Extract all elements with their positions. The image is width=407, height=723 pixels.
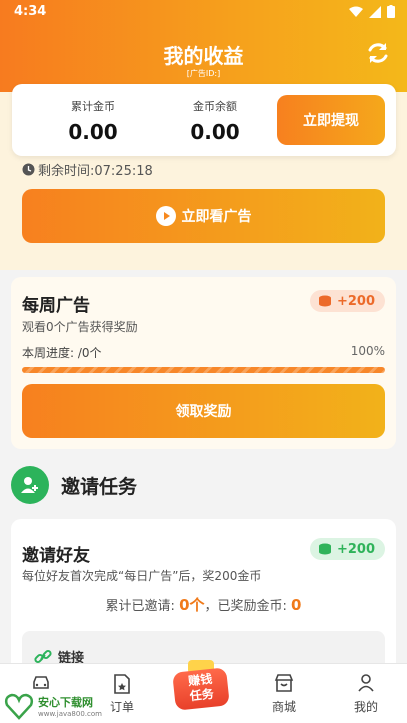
weekly-progress-bar bbox=[22, 367, 385, 373]
claim-reward-button[interactable]: 领取奖励 bbox=[22, 384, 385, 438]
invite-reward-amount: +200 bbox=[336, 541, 375, 557]
status-time: 4:34 bbox=[14, 4, 47, 19]
invite-friends-description: 每位好友首次完成“每日广告”后，奖200金币 bbox=[22, 569, 262, 583]
invite-section-header: 邀请任务 bbox=[11, 466, 137, 504]
status-bar: 4:34 bbox=[0, 0, 407, 24]
site-watermark: 安心下载网 www.java800.com bbox=[4, 690, 106, 722]
tab-earn-tasks[interactable]: 赚钱 任务 bbox=[170, 660, 232, 712]
invite-friends-card: 邀请好友 +200 每位好友首次完成“每日广告”后，奖200金币 累计已邀请: … bbox=[11, 519, 396, 679]
watermark-url: www.java800.com bbox=[38, 710, 102, 718]
ad-id-label: [广告ID:] bbox=[186, 69, 221, 78]
coin-stack-icon bbox=[318, 295, 331, 307]
weekly-progress-row: 本周进度: /0个 100% bbox=[22, 344, 385, 361]
rewarded-prefix: ，已奖励金币: bbox=[204, 599, 292, 614]
tab-mall-label: 商城 bbox=[271, 700, 296, 714]
total-coins-stat: 累计金币 0.00 bbox=[38, 98, 148, 144]
clock-icon bbox=[22, 163, 35, 176]
remaining-time: 剩余时间:07:25:18 bbox=[22, 160, 153, 179]
invite-section-title: 邀请任务 bbox=[61, 475, 138, 498]
weekly-reward-badge: +200 bbox=[309, 290, 385, 312]
invite-reward-badge: +200 bbox=[309, 538, 385, 560]
weekly-progress-percent: 100% bbox=[350, 344, 385, 358]
total-coins-value: 0.00 bbox=[68, 120, 118, 144]
earnings-summary-card: 累计金币 0.00 金币余额 0.00 立即提现 bbox=[12, 84, 396, 156]
user-icon bbox=[331, 674, 401, 694]
coin-balance-value: 0.00 bbox=[190, 120, 240, 144]
header-bar: 4:34 我的收益 [广告ID:] bbox=[0, 0, 407, 92]
page-title: 我的收益 bbox=[163, 44, 244, 68]
withdraw-button[interactable]: 立即提现 bbox=[277, 95, 385, 145]
weekly-ad-card: 每周广告 +200 观看0个广告获得奖励 本周进度: /0个 100% 领取奖励 bbox=[11, 277, 396, 449]
play-icon bbox=[155, 206, 176, 226]
watermark-name: 安心下载网 bbox=[38, 696, 93, 709]
heart-logo-icon bbox=[4, 693, 34, 720]
weekly-ad-title: 每周广告 bbox=[22, 296, 90, 316]
refresh-icon[interactable] bbox=[365, 40, 391, 66]
invited-count: 0个 bbox=[179, 596, 205, 614]
total-coins-label: 累计金币 bbox=[71, 100, 115, 113]
watch-ad-button[interactable]: 立即看广告 bbox=[22, 189, 385, 243]
coin-stack-icon bbox=[318, 543, 331, 555]
battery-icon bbox=[387, 5, 395, 18]
weekly-ad-description: 观看0个广告获得奖励 bbox=[22, 320, 138, 334]
tab-mall[interactable]: 商城 bbox=[249, 674, 319, 715]
wifi-icon bbox=[349, 6, 363, 17]
weekly-reward-amount: +200 bbox=[336, 293, 375, 309]
status-icons bbox=[349, 5, 395, 18]
coin-balance-label: 金币余额 bbox=[193, 100, 237, 113]
rewarded-count: 0 bbox=[291, 596, 302, 614]
invite-stats: 累计已邀请: 0个，已奖励金币: 0 bbox=[11, 594, 396, 615]
store-icon bbox=[249, 674, 319, 694]
coin-balance-stat: 金币余额 0.00 bbox=[160, 98, 270, 144]
invite-friends-title: 邀请好友 bbox=[22, 546, 90, 566]
remaining-time-text: 剩余时间:07:25:18 bbox=[38, 164, 153, 179]
invited-prefix: 累计已邀请: bbox=[105, 599, 180, 614]
watch-ad-label: 立即看广告 bbox=[181, 209, 252, 225]
tab-mine[interactable]: 我的 bbox=[331, 674, 401, 715]
weekly-progress-label: 本周进度: /0个 bbox=[22, 346, 102, 360]
tab-mine-label: 我的 bbox=[353, 700, 378, 714]
add-user-icon bbox=[11, 466, 49, 504]
tab-earn-tasks-label: 赚钱 任务 bbox=[187, 671, 215, 704]
signal-icon bbox=[369, 5, 381, 18]
